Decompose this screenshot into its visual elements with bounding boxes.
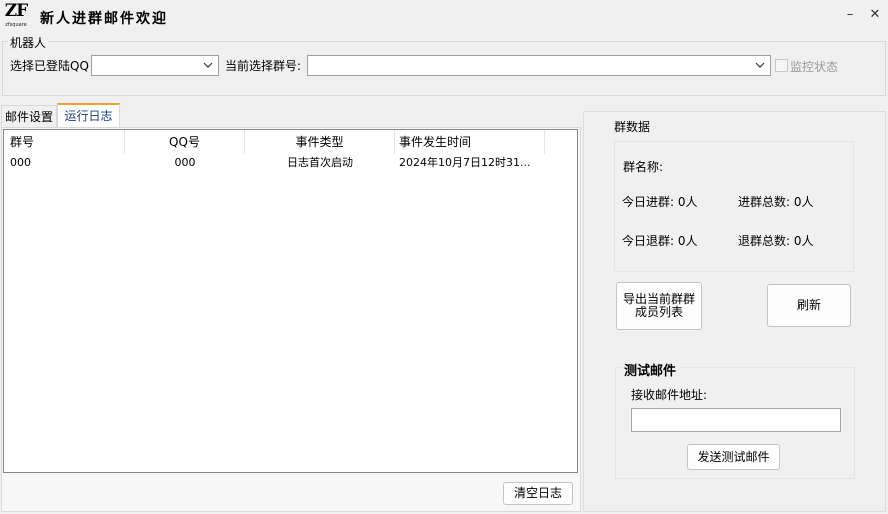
app-logo: ZF zfsquare <box>4 1 28 33</box>
table-row[interactable]: 000 000 日志首次启动 2024年10月7日12时31... <box>4 154 577 172</box>
clear-log-button[interactable]: 清空日志 <box>503 482 573 505</box>
close-button[interactable]: ✕ <box>862 2 888 28</box>
group-select-label: 当前选择群号: <box>225 59 302 73</box>
column-header-qq[interactable]: QQ号 <box>125 130 245 154</box>
column-header-event-time[interactable]: 事件发生时间 <box>395 130 545 154</box>
mail-address-label: 接收邮件地址: <box>631 388 708 402</box>
tab-run-log[interactable]: 运行日志 <box>57 103 120 128</box>
today-leave-stat: 今日退群: 0人 <box>622 234 698 248</box>
qq-select-label: 选择已登陆QQ <box>10 59 89 73</box>
qq-select-combobox[interactable] <box>91 55 219 76</box>
column-header-group[interactable]: 群号 <box>4 130 125 154</box>
chevron-down-icon <box>755 62 765 68</box>
tab-mail-settings[interactable]: 邮件设置 <box>1 105 57 127</box>
total-leave-stat: 退群总数: 0人 <box>738 234 814 248</box>
chevron-down-icon <box>203 62 213 68</box>
today-join-stat: 今日进群: 0人 <box>622 195 698 209</box>
log-listview[interactable]: 群号 QQ号 事件类型 事件发生时间 000 000 日志首次启动 2024年1… <box>3 129 578 473</box>
title-bar: ZF zfsquare 新人进群邮件欢迎 – ✕ <box>0 0 888 36</box>
group-name-label: 群名称: <box>623 160 664 174</box>
cell-qq: 000 <box>174 156 196 169</box>
mail-address-input[interactable] <box>631 408 841 432</box>
logo-text: ZF <box>4 1 28 21</box>
minimize-button[interactable]: – <box>837 2 863 28</box>
monitor-checkbox[interactable] <box>775 59 788 72</box>
test-mail-title: 测试邮件 <box>624 360 680 379</box>
cell-event-type: 日志首次启动 <box>287 156 353 169</box>
cell-event-time: 2024年10月7日12时31... <box>399 156 531 169</box>
total-join-stat: 进群总数: 0人 <box>738 195 814 209</box>
monitor-label: 监控状态 <box>790 60 839 74</box>
logo-subtext: zfsquare <box>5 22 27 28</box>
robot-group-label: 机器人 <box>8 34 49 51</box>
export-members-button[interactable]: 导出当前群群 成员列表 <box>616 282 702 330</box>
send-test-mail-button[interactable]: 发送测试邮件 <box>687 444 780 470</box>
group-data-title: 群数据 <box>614 120 651 134</box>
group-select-combobox[interactable] <box>307 55 771 76</box>
window-title: 新人进群邮件欢迎 <box>40 11 168 27</box>
refresh-button[interactable]: 刷新 <box>767 284 851 327</box>
cell-group: 000 <box>10 156 31 169</box>
column-header-event-type[interactable]: 事件类型 <box>245 130 395 154</box>
